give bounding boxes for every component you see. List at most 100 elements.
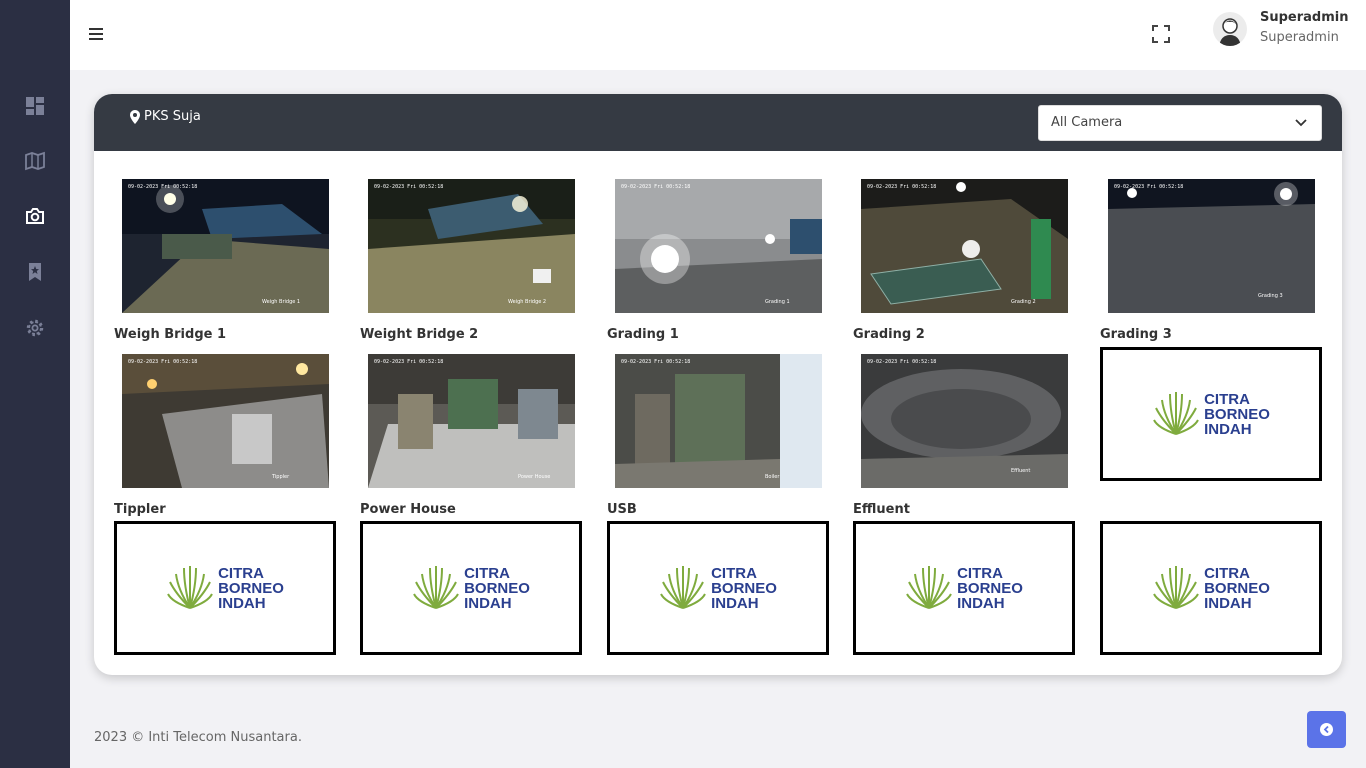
- camera-tile[interactable]: 09-02-2023 Fri 00:52:18 Weigh Bridge 1 We…: [114, 179, 336, 347]
- svg-text:09-02-2023 Fri 00:52:18: 09-02-2023 Fri 00:52:18: [128, 359, 197, 365]
- footer: 2023 © Inti Telecom Nusantara.: [70, 708, 1366, 768]
- citra-borneo-logo-icon: [1153, 392, 1199, 435]
- logo-line: BORNEO: [464, 579, 530, 597]
- citra-borneo-logo-icon: [1153, 566, 1199, 609]
- svg-text:Grading 1: Grading 1: [765, 299, 790, 305]
- user-role: Superadmin: [1260, 30, 1339, 45]
- fullscreen-icon[interactable]: [1151, 24, 1171, 44]
- logo-line: BORNEO: [957, 579, 1023, 597]
- camera-tile[interactable]: 09-02-2023 Fri 00:52:18 Tippler Tippler: [114, 354, 336, 522]
- map-icon[interactable]: [25, 151, 45, 171]
- camera-select-value: All Camera: [1051, 115, 1123, 130]
- camera-placeholder-logo[interactable]: CITRA BORNEO INDAH: [607, 521, 829, 655]
- svg-text:09-02-2023 Fri 00:52:18: 09-02-2023 Fri 00:52:18: [867, 184, 936, 190]
- camera-placeholder-logo[interactable]: CITRA BORNEO INDAH: [853, 521, 1075, 655]
- camera-feed[interactable]: 09-02-2023 Fri 00:52:18 Grading 2: [861, 179, 1068, 313]
- svg-text:09-02-2023 Fri 00:52:18: 09-02-2023 Fri 00:52:18: [374, 184, 443, 190]
- camera-tile[interactable]: 09-02-2023 Fri 00:52:18 Grading 1 Grading…: [607, 179, 829, 347]
- menu-toggle-icon[interactable]: [88, 26, 104, 42]
- svg-text:09-02-2023 Fri 00:52:18: 09-02-2023 Fri 00:52:18: [374, 359, 443, 365]
- citra-borneo-logo-icon: [413, 566, 459, 609]
- camera-select[interactable]: All Camera: [1038, 105, 1322, 141]
- camera-label: Effluent: [853, 502, 910, 517]
- camera-feed[interactable]: 09-02-2023 Fri 00:52:18 Effluent: [861, 354, 1068, 488]
- logo-text: CITRA BORNEO INDAH: [464, 566, 530, 611]
- logo-line: CITRA: [464, 564, 510, 582]
- logo-line: BORNEO: [1204, 405, 1270, 423]
- svg-text:Weigh Bridge 2: Weigh Bridge 2: [508, 299, 546, 305]
- svg-text:Boiler: Boiler: [765, 474, 780, 480]
- location-text: PKS Suja: [144, 109, 201, 124]
- svg-text:09-02-2023 Fri 00:52:18: 09-02-2023 Fri 00:52:18: [128, 184, 197, 190]
- map-pin-icon: [130, 109, 140, 124]
- dashboard-icon[interactable]: [25, 96, 45, 116]
- camera-label: Weight Bridge 2: [360, 327, 479, 342]
- bookmark-icon[interactable]: [25, 262, 45, 282]
- camera-label: Grading 2: [853, 327, 925, 342]
- svg-text:09-02-2023 Fri 00:52:18: 09-02-2023 Fri 00:52:18: [621, 184, 690, 190]
- back-button[interactable]: [1307, 711, 1346, 748]
- camera-label: Tippler: [114, 502, 166, 517]
- camera-label: Grading 1: [607, 327, 679, 342]
- citra-borneo-logo-icon: [906, 566, 952, 609]
- camera-label: Grading 3: [1100, 327, 1172, 342]
- logo-text: CITRA BORNEO INDAH: [1204, 392, 1270, 437]
- svg-text:Weigh Bridge 1: Weigh Bridge 1: [262, 299, 300, 305]
- camera-placeholder-logo[interactable]: CITRA BORNEO INDAH: [114, 521, 336, 655]
- logo-line: CITRA: [218, 564, 264, 582]
- logo-line: CITRA: [1204, 390, 1250, 408]
- camera-feed[interactable]: 09-02-2023 Fri 00:52:18 Tippler: [122, 354, 329, 488]
- logo-text: CITRA BORNEO INDAH: [218, 566, 284, 611]
- camera-tile[interactable]: 09-02-2023 Fri 00:52:18 Grading 2 Grading…: [853, 179, 1075, 347]
- location-label: PKS Suja: [130, 109, 201, 124]
- svg-text:09-02-2023 Fri 00:52:18: 09-02-2023 Fri 00:52:18: [867, 359, 936, 365]
- logo-line: BORNEO: [1204, 579, 1270, 597]
- svg-text:Power House: Power House: [518, 474, 550, 480]
- logo-line: CITRA: [711, 564, 757, 582]
- logo-line: INDAH: [1204, 594, 1252, 612]
- svg-text:Effluent: Effluent: [1011, 468, 1030, 474]
- camera-tile[interactable]: 09-02-2023 Fri 00:52:18 Power House Power…: [360, 354, 582, 522]
- logo-text: CITRA BORNEO INDAH: [711, 566, 777, 611]
- camera-feed[interactable]: 09-02-2023 Fri 00:52:18 Grading 3: [1108, 179, 1315, 313]
- footer-copyright: 2023 © Inti Telecom Nusantara.: [94, 730, 302, 745]
- camera-label: Power House: [360, 502, 456, 517]
- svg-text:Grading 2: Grading 2: [1011, 299, 1036, 305]
- svg-text:Grading 3: Grading 3: [1258, 293, 1283, 299]
- citra-borneo-logo-icon: [660, 566, 706, 609]
- logo-line: INDAH: [711, 594, 759, 612]
- logo-line: BORNEO: [218, 579, 284, 597]
- camera-tile[interactable]: 09-02-2023 Fri 00:52:18 Effluent Effluent: [853, 354, 1075, 522]
- camera-tile[interactable]: 09-02-2023 Fri 00:52:18 Weigh Bridge 2 We…: [360, 179, 582, 347]
- camera-feed[interactable]: 09-02-2023 Fri 00:52:18 Boiler: [615, 354, 822, 488]
- camera-feed[interactable]: 09-02-2023 Fri 00:52:18 Grading 1: [615, 179, 822, 313]
- camera-tile[interactable]: 09-02-2023 Fri 00:52:18 Grading 3 Grading…: [1100, 179, 1322, 347]
- logo-line: BORNEO: [711, 579, 777, 597]
- avatar[interactable]: [1213, 12, 1247, 46]
- logo-text: CITRA BORNEO INDAH: [957, 566, 1023, 611]
- top-bar: Superadmin Superadmin: [70, 0, 1366, 70]
- card-header: PKS Suja All Camera: [94, 94, 1342, 151]
- camera-feed[interactable]: 09-02-2023 Fri 00:52:18 Weigh Bridge 2: [368, 179, 575, 313]
- logo-line: INDAH: [464, 594, 512, 612]
- camera-placeholder-logo[interactable]: CITRA BORNEO INDAH: [1100, 347, 1322, 481]
- logo-text: CITRA BORNEO INDAH: [1204, 566, 1270, 611]
- camera-tile[interactable]: 09-02-2023 Fri 00:52:18 Boiler USB: [607, 354, 829, 522]
- camera-label: USB: [607, 502, 637, 517]
- camera-feed[interactable]: 09-02-2023 Fri 00:52:18 Weigh Bridge 1: [122, 179, 329, 313]
- svg-text:09-02-2023 Fri 00:52:18: 09-02-2023 Fri 00:52:18: [621, 359, 690, 365]
- arrow-left-circle-icon: [1320, 723, 1333, 736]
- logo-line: INDAH: [1204, 420, 1252, 438]
- camera-icon[interactable]: [25, 206, 45, 226]
- sidebar: [0, 0, 70, 768]
- logo-line: INDAH: [957, 594, 1005, 612]
- camera-placeholder-logo[interactable]: CITRA BORNEO INDAH: [360, 521, 582, 655]
- logo-line: CITRA: [957, 564, 1003, 582]
- camera-feed[interactable]: 09-02-2023 Fri 00:52:18 Power House: [368, 354, 575, 488]
- svg-text:09-02-2023 Fri 00:52:18: 09-02-2023 Fri 00:52:18: [1114, 184, 1183, 190]
- camera-card: PKS Suja All Camera 09-02-2023 Fri 00:52…: [94, 94, 1342, 675]
- camera-label: Weigh Bridge 1: [114, 327, 227, 342]
- user-name[interactable]: Superadmin: [1260, 10, 1349, 25]
- camera-placeholder-logo[interactable]: CITRA BORNEO INDAH: [1100, 521, 1322, 655]
- gear-icon[interactable]: [25, 318, 45, 338]
